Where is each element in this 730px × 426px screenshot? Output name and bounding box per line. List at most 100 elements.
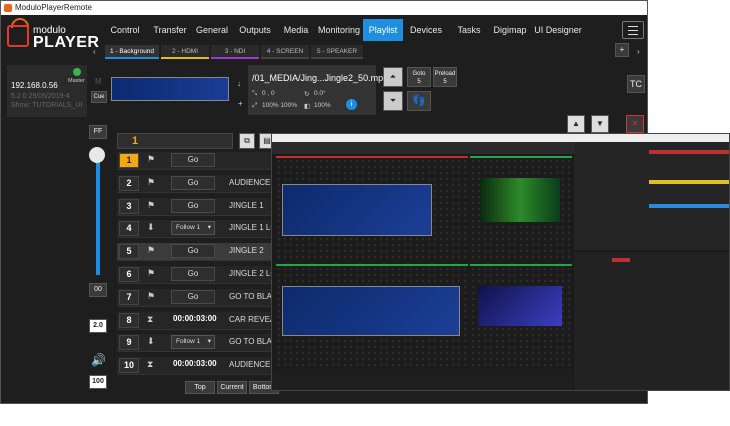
menu-playlist[interactable]: Playlist	[363, 19, 403, 41]
skip-to-top-button[interactable]: ⏶	[383, 67, 403, 87]
overlay-preview-hdmi	[470, 156, 572, 262]
hamburger-menu-icon[interactable]	[622, 21, 644, 39]
scroll-current-button[interactable]: Current	[217, 381, 247, 394]
footsteps-icon[interactable]: 👣	[407, 91, 431, 111]
tab-hdmi[interactable]: 2 - HDMI	[161, 45, 209, 59]
menu-general[interactable]: General	[191, 19, 233, 41]
checkered-flag-icon[interactable]: ⚑	[147, 268, 157, 278]
follow-label: Follow 1	[176, 224, 201, 231]
overlay-bottom-toolbar	[272, 370, 572, 390]
checkered-flag-icon[interactable]: ⚑	[147, 154, 157, 164]
tab-speaker[interactable]: 5 - SPEAKER	[311, 45, 363, 59]
playlist-row[interactable]: 5 ⚑ Go JINGLE 2	[117, 243, 281, 261]
cue-number[interactable]: 5	[119, 244, 139, 259]
menu-control[interactable]: Control	[101, 19, 149, 41]
move-up-button[interactable]: ▲	[567, 115, 585, 133]
follow-label: Follow 1	[176, 338, 201, 345]
go-button[interactable]: Go	[171, 290, 215, 304]
window-title: ModuloPlayerRemote	[15, 3, 92, 12]
menu-media[interactable]: Media	[277, 19, 315, 41]
playlist-row[interactable]: 4 ⬇ Follow 1 ▾ JINGLE 1 LOC	[117, 220, 282, 238]
media-down-arrow-icon[interactable]: ↓	[237, 79, 241, 88]
playlist-row[interactable]: 6 ⚑ Go JINGLE 2 LOC	[117, 266, 282, 284]
reset-button[interactable]: 00	[89, 283, 107, 297]
go-button[interactable]: Go	[171, 153, 215, 167]
scroll-top-button[interactable]: Top	[185, 381, 215, 394]
speed-slider-handle[interactable]	[89, 147, 105, 163]
chevron-left-icon[interactable]: ‹	[93, 47, 96, 56]
playlist-row[interactable]: 1 ⚑ Go	[117, 152, 281, 170]
checkered-flag-icon[interactable]: ⚑	[147, 200, 157, 210]
menu-transfer[interactable]: Transfer	[149, 19, 191, 41]
cue-button[interactable]: Cue	[91, 91, 107, 103]
speed-value[interactable]: 2.0	[89, 319, 107, 333]
speed-slider-track[interactable]	[96, 149, 100, 275]
move-down-button[interactable]: ▼	[591, 115, 609, 133]
cue-number[interactable]: 1	[119, 153, 139, 168]
current-cue-display: 1	[117, 133, 233, 149]
follow-arrow-icon[interactable]: ⬇	[147, 222, 157, 232]
ff-button[interactable]: FF	[89, 125, 107, 139]
checkered-flag-icon[interactable]: ⚑	[147, 291, 157, 301]
volume-value[interactable]: 100	[89, 375, 107, 389]
go-button[interactable]: Go	[171, 244, 215, 258]
go-button[interactable]: Go	[171, 267, 215, 281]
preload-value: 5	[443, 79, 447, 85]
copy-button[interactable]: ⧉	[239, 133, 255, 149]
checkered-flag-icon[interactable]: ⚑	[147, 177, 157, 187]
cue-number[interactable]: 3	[119, 199, 139, 214]
playlist-row[interactable]: 8 ⧗ 00:00:03:00 CAR REVEAL	[117, 312, 281, 330]
tab-background[interactable]: 1 - Background	[105, 45, 159, 59]
cue-number[interactable]: 4	[119, 221, 139, 236]
modulo-player-logo: modulo PLAYER	[5, 17, 99, 55]
overlay-forest-image	[480, 178, 560, 222]
server-version: 5.2.0 29/05/2019-4	[11, 93, 70, 100]
menu-outputs[interactable]: Outputs	[233, 19, 277, 41]
go-button[interactable]: Go	[171, 199, 215, 213]
hourglass-icon[interactable]: ⧗	[147, 314, 157, 324]
goto-button[interactable]: Goto 5	[407, 67, 431, 87]
delete-button[interactable]: ✕	[626, 115, 644, 133]
preload-button[interactable]: Preload 5	[433, 67, 457, 87]
cue-number[interactable]: 7	[119, 290, 139, 305]
playlist-row[interactable]: 2 ⚑ Go AUDIENCE GE	[117, 175, 284, 193]
hourglass-icon[interactable]: ⧗	[147, 359, 157, 369]
menu-ui-designer[interactable]: UI Designer	[531, 19, 585, 41]
playlist-row[interactable]: 10 ⧗ 00:00:03:00 AUDIENCE EX	[117, 357, 283, 375]
volume-icon: 🔊	[91, 353, 106, 367]
go-button[interactable]: Go	[171, 176, 215, 190]
media-add-icon[interactable]: +	[238, 99, 243, 108]
cue-number[interactable]: 2	[119, 176, 139, 191]
info-icon[interactable]: i	[346, 99, 357, 110]
follow-select[interactable]: Follow 1 ▾	[171, 221, 215, 235]
menu-devices[interactable]: Devices	[403, 19, 449, 41]
cue-number[interactable]: 8	[119, 313, 139, 328]
media-opacity: 100%	[314, 102, 331, 109]
cue-mode-toggle[interactable]: M	[95, 77, 102, 86]
menu-digimap[interactable]: Digimap	[489, 19, 531, 41]
media-thumbnail[interactable]	[111, 77, 229, 101]
tab-ndi[interactable]: 3 - NDI	[211, 45, 259, 59]
menu-tasks[interactable]: Tasks	[449, 19, 489, 41]
preload-label: Preload	[434, 71, 456, 77]
menu-monitoring[interactable]: Monitoring	[315, 19, 363, 41]
cue-number[interactable]: 10	[119, 358, 139, 373]
playlist-row[interactable]: 7 ⚑ Go GO TO BLACK	[117, 289, 283, 307]
checkered-flag-icon[interactable]: ⚑	[147, 245, 157, 255]
overlay-preview-background	[276, 156, 468, 262]
chevron-right-icon[interactable]: ›	[637, 47, 640, 56]
server-role: Master	[68, 78, 85, 84]
add-layer-button[interactable]: +	[615, 43, 629, 57]
playlist-row[interactable]: 3 ⚑ Go JINGLE 1	[117, 198, 281, 216]
playlist-row[interactable]: 9 ⬇ Follow 1 ▾ GO TO BLACK	[117, 334, 283, 352]
timecode-button[interactable]: TC	[627, 75, 645, 93]
goto-label: Goto	[412, 71, 426, 77]
skip-to-bottom-button[interactable]: ⏷	[383, 91, 403, 111]
follow-select[interactable]: Follow 1 ▾	[171, 335, 215, 349]
cue-number[interactable]: 6	[119, 267, 139, 282]
cue-number[interactable]: 9	[119, 335, 139, 350]
wait-time: 00:00:03:00	[173, 359, 217, 368]
tab-screen[interactable]: 4 - SCREEN	[261, 45, 309, 59]
follow-arrow-icon[interactable]: ⬇	[147, 336, 157, 346]
chevron-down-icon: ▾	[207, 338, 211, 345]
